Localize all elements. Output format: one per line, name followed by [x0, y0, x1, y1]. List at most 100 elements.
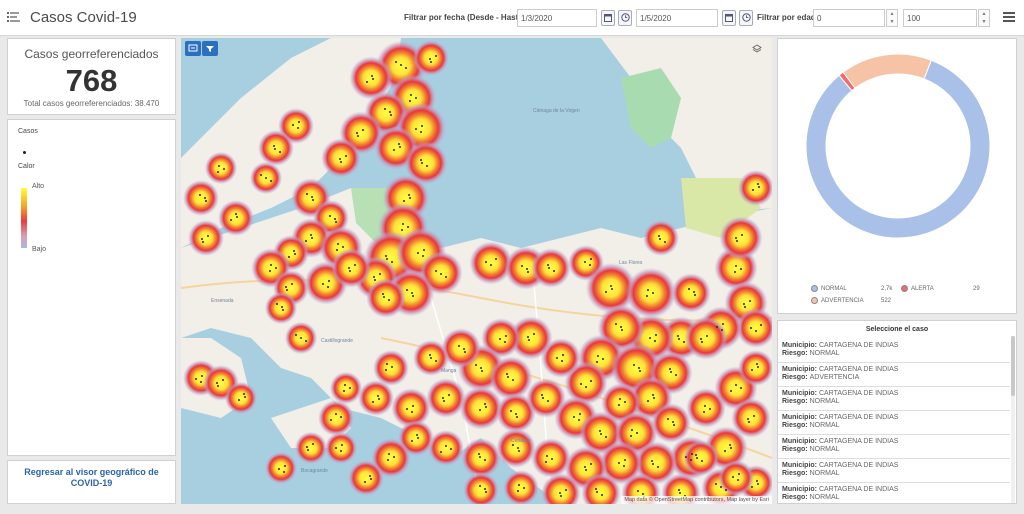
case-point[interactable] [527, 271, 529, 273]
case-point[interactable] [695, 454, 697, 456]
layers-icon[interactable] [752, 44, 762, 54]
case-point[interactable] [659, 238, 661, 240]
case-point[interactable] [340, 450, 342, 452]
case-point[interactable] [560, 495, 562, 497]
case-point[interactable] [282, 309, 284, 311]
case-point[interactable] [506, 373, 508, 375]
case-point[interactable] [735, 384, 737, 386]
case-point[interactable] [743, 303, 745, 305]
legend-label[interactable]: NORMAL [821, 286, 847, 292]
case-point[interactable] [306, 446, 308, 448]
case-point[interactable] [420, 159, 422, 161]
case-point[interactable] [744, 306, 746, 308]
case-point[interactable] [667, 418, 669, 420]
calendar-icon[interactable] [722, 10, 736, 26]
age-from-input[interactable] [813, 9, 885, 27]
case-point[interactable] [722, 323, 724, 325]
case-point[interactable] [274, 148, 276, 150]
case-point[interactable] [623, 465, 625, 467]
case-point[interactable] [735, 265, 737, 267]
case-point[interactable] [399, 146, 401, 148]
case-point[interactable] [730, 390, 732, 392]
case-point[interactable] [349, 387, 351, 389]
case-point[interactable] [490, 264, 492, 266]
case-point[interactable] [354, 264, 356, 266]
case-point[interactable] [236, 216, 238, 218]
case-point[interactable] [343, 390, 345, 392]
case-point[interactable] [222, 379, 224, 381]
case-point[interactable] [475, 364, 477, 366]
case-point[interactable] [205, 200, 207, 202]
case-list-item[interactable]: Municipio: CARTAGENA DE INDIAS Riesgo: NO… [778, 339, 1010, 363]
case-point[interactable] [704, 405, 706, 407]
case-point[interactable] [339, 158, 341, 160]
case-point[interactable] [499, 338, 501, 340]
case-point[interactable] [624, 401, 626, 403]
case-point[interactable] [740, 268, 742, 270]
case-point[interactable] [442, 397, 444, 399]
case-point[interactable] [515, 413, 517, 415]
case-point[interactable] [505, 335, 507, 337]
case-point[interactable] [349, 270, 351, 272]
case-point[interactable] [528, 339, 530, 341]
case-list-item[interactable]: Municipio: CARTAGENA DE INDIAS Riesgo: AD… [778, 363, 1010, 387]
case-point[interactable] [652, 463, 654, 465]
case-point[interactable] [204, 197, 206, 199]
case-point[interactable] [649, 337, 651, 339]
case-point[interactable] [517, 490, 519, 492]
case-point[interactable] [523, 487, 525, 489]
case-point[interactable] [364, 481, 366, 483]
case-point[interactable] [610, 285, 612, 287]
case-point[interactable] [374, 279, 376, 281]
donut-slice-normal[interactable] [805, 59, 991, 239]
case-point[interactable] [366, 81, 368, 83]
case-point[interactable] [340, 416, 342, 418]
case-point[interactable] [312, 443, 314, 445]
case-point[interactable] [485, 491, 487, 493]
case-point[interactable] [328, 280, 330, 282]
case-point[interactable] [504, 341, 506, 343]
case-point[interactable] [479, 409, 481, 411]
case-point[interactable] [412, 295, 414, 297]
case-point[interactable] [400, 64, 402, 66]
case-point[interactable] [757, 366, 759, 368]
case-point[interactable] [322, 283, 324, 285]
case-point[interactable] [683, 341, 685, 343]
case-point[interactable] [590, 258, 592, 260]
case-point[interactable] [293, 250, 295, 252]
case-point[interactable] [559, 492, 561, 494]
case-point[interactable] [284, 465, 286, 467]
case-point[interactable] [756, 363, 758, 365]
case-point[interactable] [507, 376, 509, 378]
case-point[interactable] [691, 453, 693, 455]
case-point[interactable] [390, 114, 392, 116]
case-point[interactable] [585, 469, 587, 471]
case-point[interactable] [217, 171, 219, 173]
case-point[interactable] [518, 450, 520, 452]
case-point[interactable] [199, 194, 201, 196]
case-point[interactable] [384, 108, 386, 110]
menu-icon[interactable] [1003, 12, 1015, 22]
case-point[interactable] [546, 455, 548, 457]
case-point[interactable] [724, 450, 726, 452]
case-point[interactable] [738, 473, 740, 475]
case-point[interactable] [426, 165, 428, 167]
case-point[interactable] [430, 357, 432, 359]
case-point[interactable] [653, 397, 655, 399]
case-point[interactable] [278, 468, 280, 470]
case-point[interactable] [377, 395, 379, 397]
case-point[interactable] [412, 405, 414, 407]
case-point[interactable] [630, 435, 632, 437]
case-point[interactable] [407, 226, 409, 228]
case-point[interactable] [288, 256, 290, 258]
case-point[interactable] [410, 94, 412, 96]
case-point[interactable] [393, 149, 395, 151]
case-point[interactable] [409, 197, 411, 199]
case-point[interactable] [305, 340, 307, 342]
case-point[interactable] [330, 419, 332, 421]
case-point[interactable] [741, 234, 743, 236]
case-point[interactable] [443, 400, 445, 402]
case-point[interactable] [379, 273, 381, 275]
case-point[interactable] [735, 237, 737, 239]
map-filter-button[interactable] [202, 41, 218, 56]
